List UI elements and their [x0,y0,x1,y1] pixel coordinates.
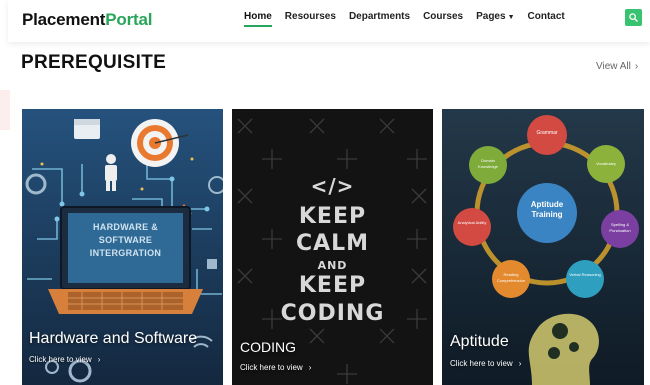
card-view-label: Click here to view [240,363,303,372]
diagram-node-domain: Domain Knowledge [478,158,498,169]
chevron-right-icon: › [634,61,639,72]
diagram-node-analytical: Analytical Ability [457,220,487,225]
poster-line-keep2: KEEP [298,273,367,298]
nav-pages-dropdown[interactable]: Pages ▼ [476,11,514,27]
poster-line-and: AND [317,259,348,272]
nav-home[interactable]: Home [244,11,272,27]
diagram-node-spelling: Spelling & Punctuation [609,222,631,233]
laptop-screen-text: HARDWARE & SOFTWARE INTERGRATION [89,222,162,258]
nav-courses[interactable]: Courses [423,11,463,27]
diagram-node-grammar: Grammar [536,130,558,136]
view-all-link[interactable]: View All › [596,61,638,72]
caret-down-icon: ▼ [507,14,515,21]
diagram-node-reading: Reading Comprehension [496,272,526,283]
brand-logo[interactable]: PlacementPortal [22,10,152,30]
course-card-aptitude[interactable]: Aptitude Training Grammar Vocabulary Spe… [442,109,644,385]
course-card-hardware[interactable]: HARDWARE & SOFTWARE INTERGRATION Hardwar… [22,109,223,385]
decor-blotch-left [0,90,10,130]
card-view-link[interactable]: Click here to view › [450,359,521,368]
poster-code-symbol: </> [310,174,355,198]
course-card-coding[interactable]: </> KEEP CALM AND KEEP CODING CODING Cli… [232,109,433,385]
card-view-label: Click here to view [450,359,513,368]
poster-line-coding: CODING [280,301,385,326]
brand-accent: Portal [105,10,153,29]
diagram-node-verbal: Verbal Reasoning [569,272,601,277]
view-all-label: View All [596,61,631,72]
nav-contact[interactable]: Contact [528,11,565,27]
nav-resources[interactable]: Resourses [285,11,336,27]
section-title: PREREQUISITE [21,52,167,73]
card-title: Hardware and Software [29,330,198,347]
card-view-label: Click here to view [29,355,92,364]
card-view-link[interactable]: Click here to view › [240,363,311,372]
chevron-right-icon: › [518,359,522,368]
card-view-link[interactable]: Click here to view › [29,355,100,364]
top-navbar: PlacementPortal Home Resourses Departmen… [8,0,650,42]
card-title: Aptitude [450,333,509,350]
card-title: CODING [240,339,296,355]
nav-pages-label: Pages [476,11,506,22]
brand-main: Placement [22,10,106,29]
poster-line-keep: KEEP [298,204,367,229]
search-icon [629,13,638,22]
chevron-right-icon: › [308,363,312,372]
diagram-center-label: Aptitude Training [530,200,564,219]
nav-departments[interactable]: Departments [349,11,410,27]
search-button[interactable] [625,9,642,26]
nav-links: Home Resourses Departments Courses Pages… [244,11,565,27]
poster-line-calm: CALM [295,231,370,256]
diagram-node-vocabulary: Vocabulary [596,161,616,166]
chevron-right-icon: › [97,355,101,364]
